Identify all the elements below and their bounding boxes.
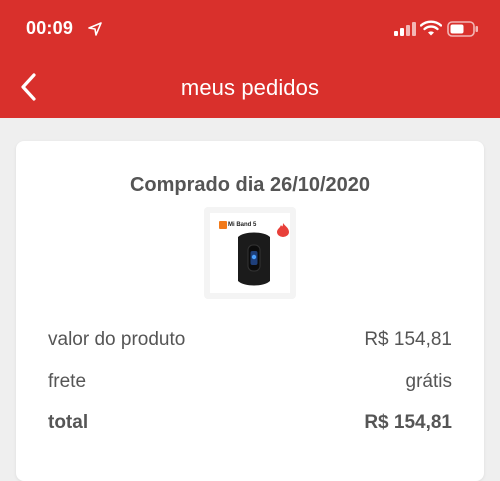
shipping-value: grátis [405,371,452,392]
mi-logo-icon [219,221,227,229]
product-image[interactable]: Mi Band 5 [204,207,296,299]
product-value-label: valor do produto [48,329,186,350]
order-card: Comprado dia 26/10/2020 Mi Band 5 valor … [16,141,484,481]
cellular-signal-icon [394,22,416,36]
status-time: 00:09 [26,18,74,38]
product-value-row: valor do produto R$ 154,81 [48,329,452,351]
app-header: 00:09 meus pedidos [0,0,500,118]
location-arrow-icon [88,22,102,36]
smart-band-icon [238,232,270,286]
shipping-row: frete grátis [48,371,452,393]
total-row: total R$ 154,81 [48,412,452,434]
product-value-amount: R$ 154,81 [364,329,452,350]
wifi-icon [420,20,442,36]
product-image-brand: Mi Band 5 [228,222,257,228]
battery-icon [447,21,478,37]
page-title: meus pedidos [180,75,320,100]
total-amount: R$ 154,81 [364,412,452,433]
total-label: total [48,412,89,433]
product-image-frame: Mi Band 5 [210,213,290,293]
shipping-label: frete [48,371,87,392]
purchase-date: Comprado dia 26/10/2020 [129,174,371,196]
flame-badge-icon [277,223,289,237]
